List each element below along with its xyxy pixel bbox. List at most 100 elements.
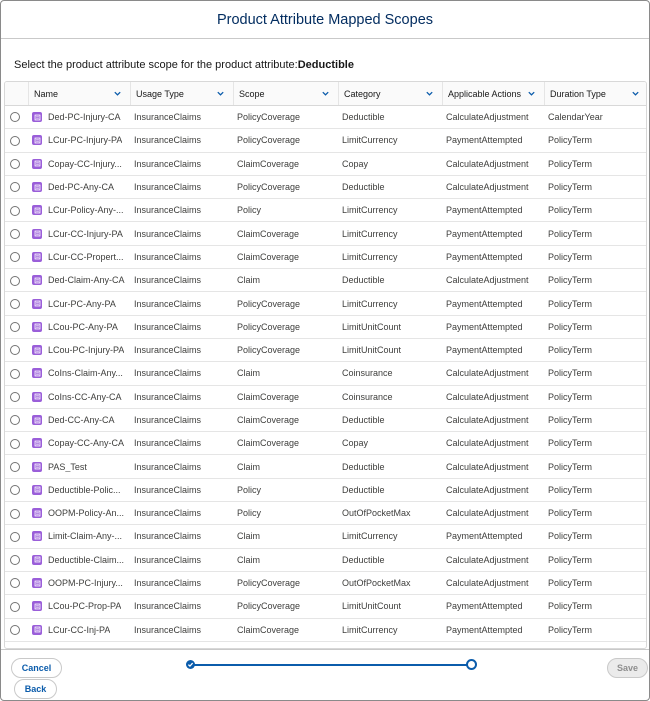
header-category[interactable]: Category	[338, 82, 442, 106]
cancel-button[interactable]: Cancel	[11, 658, 62, 678]
row-radio[interactable]	[10, 508, 20, 519]
progress-step-2[interactable]	[466, 659, 477, 670]
table-row[interactable]: LCou-PC-Any-PA InsuranceClaims PolicyCover…	[5, 315, 646, 339]
row-radio[interactable]	[10, 415, 20, 426]
table-row[interactable]: Deductible-Polic... InsuranceClaims Policy…	[5, 478, 646, 503]
usage-type-cell: InsuranceClaims	[130, 385, 233, 409]
table-row[interactable]: Ded-PC-Injury-CA InsuranceClaims PolicyCov…	[5, 105, 646, 130]
chevron-down-icon[interactable]	[425, 89, 434, 98]
table-row[interactable]: LCur-CC-Injury-PA InsuranceClaims ClaimCov…	[5, 221, 646, 246]
category-cell: Deductible	[338, 478, 442, 503]
progress-step-1[interactable]	[186, 660, 195, 669]
scope-cell: Claim	[233, 454, 338, 479]
save-button[interactable]: Save	[607, 658, 648, 678]
chevron-down-icon[interactable]	[527, 89, 536, 98]
table-row[interactable]: LCou-PC-Injury-PA InsuranceClaims PolicyCo…	[5, 338, 646, 363]
record-name: Ded-PC-Any-CA	[48, 182, 115, 193]
name-cell-content: Copay-CC-Injury...	[32, 158, 130, 169]
row-radio[interactable]	[10, 182, 20, 193]
row-radio[interactable]	[10, 624, 20, 635]
row-radio[interactable]	[10, 205, 20, 216]
record-icon	[32, 368, 42, 379]
name-cell-content: CoIns-CC-Any-CA	[32, 391, 130, 402]
table-row[interactable]: Ded-CC-Any-CA InsuranceClaims ClaimCoverag…	[5, 408, 646, 433]
category-cell: LimitUnitCount	[338, 594, 442, 619]
duration-type-cell: PolicyTerm	[544, 431, 646, 456]
table-row[interactable]: PAS_Test InsuranceClaims Claim Deductible Ca…	[5, 454, 646, 479]
record-icon	[32, 251, 42, 262]
row-radio[interactable]	[10, 298, 20, 309]
row-radio[interactable]	[10, 368, 20, 379]
category-cell: Deductible	[338, 454, 442, 479]
category-cell: LimitCurrency	[338, 524, 442, 549]
select-cell	[5, 385, 28, 409]
row-radio[interactable]	[10, 461, 20, 472]
table-row[interactable]: Copay-CC-Any-CA InsuranceClaims ClaimCover…	[5, 431, 646, 456]
table-body: Ded-PC-Injury-CA InsuranceClaims PolicyCov…	[5, 105, 646, 642]
table-row[interactable]: Deductible-Claim... InsuranceClaims Claim D…	[5, 548, 646, 572]
table-row[interactable]: OOPM-PC-Injury... InsuranceClaims PolicyCo…	[5, 571, 646, 596]
usage-type-cell: InsuranceClaims	[130, 198, 233, 223]
row-radio[interactable]	[10, 345, 20, 356]
row-radio[interactable]	[10, 322, 20, 333]
category-cell: LimitCurrency	[338, 291, 442, 316]
table-row[interactable]: CoIns-Claim-Any... InsuranceClaims Claim Co…	[5, 361, 646, 386]
record-icon	[32, 531, 42, 542]
row-radio[interactable]	[10, 438, 20, 449]
table-row[interactable]: Ded-PC-Any-CA InsuranceClaims PolicyCovera…	[5, 175, 646, 200]
row-radio[interactable]	[10, 112, 20, 123]
header-select	[5, 82, 28, 106]
header-duration-type[interactable]: Duration Type	[544, 82, 646, 106]
chevron-down-icon[interactable]	[321, 89, 330, 98]
table-row[interactable]: LCur-PC-Any-PA InsuranceClaims PolicyCover…	[5, 291, 646, 316]
record-icon	[32, 135, 42, 146]
row-radio[interactable]	[10, 252, 20, 263]
header-scope[interactable]: Scope	[233, 82, 338, 106]
record-icon	[32, 554, 42, 565]
table-row[interactable]: CoIns-CC-Any-CA InsuranceClaims ClaimCover…	[5, 385, 646, 409]
select-cell	[5, 152, 28, 176]
table-row[interactable]: Copay-CC-Injury... InsuranceClaims ClaimCo…	[5, 152, 646, 176]
applicable-actions-cell: CalculateAdjustment	[442, 105, 544, 130]
table-row[interactable]: LCur-PC-Injury-PA InsuranceClaims PolicyCo…	[5, 128, 646, 153]
table-row[interactable]: LCur-Policy-Any-... InsuranceClaims Policy…	[5, 198, 646, 223]
name-cell: Ded-PC-Injury-CA	[28, 105, 130, 130]
chevron-down-icon[interactable]	[631, 89, 640, 98]
scope-cell: PolicyCoverage	[233, 315, 338, 339]
table-row[interactable]: Ded-Claim-Any-CA InsuranceClaims Claim Dedu…	[5, 268, 646, 293]
row-radio[interactable]	[10, 601, 20, 612]
usage-type-cell: InsuranceClaims	[130, 501, 233, 526]
applicable-actions-cell: PaymentAttempted	[442, 315, 544, 339]
select-cell	[5, 548, 28, 572]
name-cell: Ded-CC-Any-CA	[28, 408, 130, 433]
table-row[interactable]: Limit-Claim-Any-... InsuranceClaims Claim L…	[5, 524, 646, 549]
category-cell: Deductible	[338, 548, 442, 572]
modal-header: Product Attribute Mapped Scopes	[1, 1, 649, 39]
row-radio[interactable]	[10, 275, 20, 286]
name-cell: LCur-Policy-Any-...	[28, 198, 130, 223]
usage-type-cell: InsuranceClaims	[130, 268, 233, 293]
chevron-down-icon[interactable]	[113, 89, 122, 98]
header-applicable-actions[interactable]: Applicable Actions	[442, 82, 544, 106]
table-row[interactable]: LCou-PC-Prop-PA InsuranceClaims PolicyCove…	[5, 594, 646, 619]
scope-cell: Claim	[233, 548, 338, 572]
row-radio[interactable]	[10, 159, 20, 170]
row-radio[interactable]	[10, 578, 20, 589]
instruction-text: Select the product attribute scope for t…	[14, 59, 354, 71]
chevron-down-icon[interactable]	[216, 89, 225, 98]
header-name[interactable]: Name	[28, 82, 130, 106]
row-radio[interactable]	[10, 135, 20, 146]
duration-type-cell: PolicyTerm	[544, 198, 646, 223]
header-usage-type[interactable]: Usage Type	[130, 82, 233, 106]
duration-type-cell: PolicyTerm	[544, 618, 646, 642]
table-row[interactable]: LCur-CC-Inj-PA InsuranceClaims ClaimCovera…	[5, 618, 646, 642]
table-row[interactable]: OOPM-Policy-An... InsuranceClaims Policy Ou…	[5, 501, 646, 526]
row-radio[interactable]	[10, 228, 20, 239]
row-radio[interactable]	[10, 555, 20, 566]
row-radio[interactable]	[10, 392, 20, 403]
scope-cell: PolicyCoverage	[233, 105, 338, 130]
row-radio[interactable]	[10, 485, 20, 496]
row-radio[interactable]	[10, 531, 20, 542]
back-button[interactable]: Back	[14, 679, 57, 699]
table-row[interactable]: LCur-CC-Propert... InsuranceClaims ClaimCo…	[5, 245, 646, 270]
